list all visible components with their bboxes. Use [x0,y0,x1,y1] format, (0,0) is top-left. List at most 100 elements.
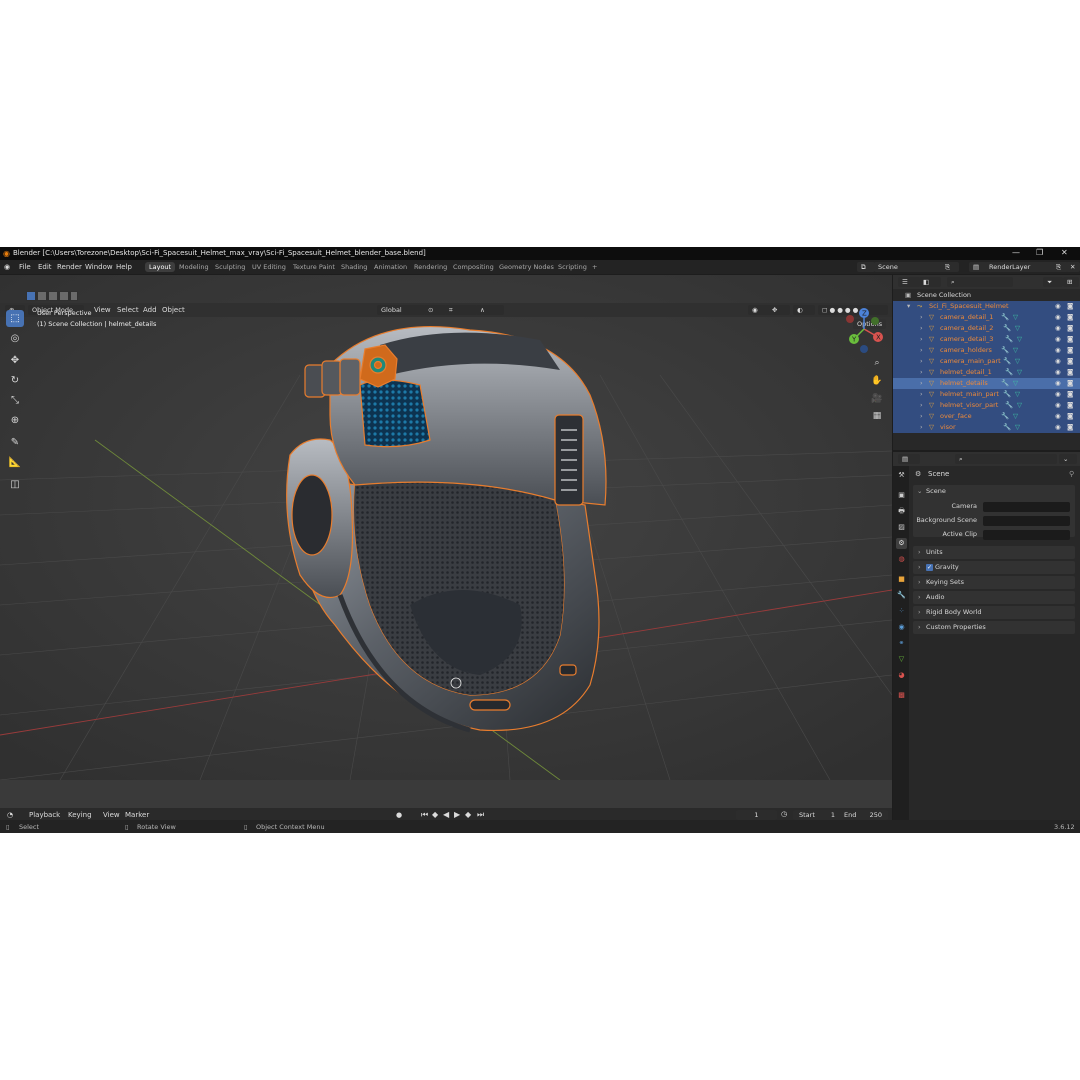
eye-icon[interactable]: ◉ [1055,367,1061,378]
material-tab-icon[interactable]: ◕ [896,670,907,681]
expand-chevron-icon[interactable]: › [920,367,923,378]
object-tab-icon[interactable]: ■ [896,574,907,585]
outliner-editor-type-icon[interactable]: ☰ [898,277,920,287]
camera-view-icon[interactable]: 🎥 [869,391,885,407]
particles-tab-icon[interactable]: ⁘ [896,606,907,617]
add-cube-tool[interactable]: ◫ [6,476,24,493]
navigation-gizmo[interactable]: X Y Z [840,305,888,353]
mesh-data-icon[interactable]: ▽ [1017,367,1022,378]
next-keyframe-icon[interactable]: ◆ [465,810,471,819]
background-scene-field[interactable] [983,516,1070,526]
select-box-tool[interactable]: ⬚ [6,310,24,327]
menu-help[interactable]: Help [116,263,132,271]
mesh-data-icon[interactable]: ▽ [1015,389,1020,400]
outliner-object-row[interactable]: › ▽ helmet_details 🔧 ▽ ◉ ◙ [893,378,1080,389]
mesh-data-icon[interactable]: ▽ [1015,356,1020,367]
eye-icon[interactable]: ◉ [1055,389,1061,400]
timeline-menu-keying[interactable]: Keying [68,811,92,819]
camera-render-icon[interactable]: ◙ [1067,356,1073,367]
modifier-icon[interactable]: 🔧 [1005,334,1013,345]
tab-uv-editing[interactable]: UV Editing [252,263,286,271]
texture-tab-icon[interactable]: ▩ [896,690,907,701]
expand-chevron-icon[interactable]: › [920,312,923,323]
maximize-button[interactable]: ❐ [1036,248,1043,257]
timeline-menu-playback[interactable]: Playback [29,811,60,819]
select-intersect-icon[interactable] [71,292,77,300]
jump-end-icon[interactable]: ⏭ [477,810,484,820]
units-panel[interactable]: › Units [913,546,1075,559]
end-frame-field[interactable]: End 250 [838,810,888,820]
camera-field[interactable] [983,502,1070,512]
clock-icon[interactable]: ◷ [781,810,787,818]
viewport-menu-add[interactable]: Add [143,306,157,314]
expand-chevron-icon[interactable]: › [920,323,923,334]
viewport-menu-select[interactable]: Select [117,306,139,314]
camera-render-icon[interactable]: ◙ [1067,323,1073,334]
select-invert-icon[interactable] [60,292,68,300]
camera-render-icon[interactable]: ◙ [1067,422,1073,433]
blender-menu-icon[interactable]: ◉ [4,263,10,271]
outliner-object-row[interactable]: › ▽ over_face 🔧 ▽ ◉ ◙ [893,411,1080,422]
scale-tool[interactable]: ⤡ [6,392,24,409]
tab-modeling[interactable]: Modeling [179,263,209,271]
remove-view-layer-icon[interactable]: ✕ [1066,262,1080,272]
outliner-search-input[interactable]: ⌕ [947,277,1013,287]
expand-chevron-icon[interactable]: ▾ [907,301,910,312]
outliner-object-row[interactable]: › ▽ camera_holders 🔧 ▽ ◉ ◙ [893,345,1080,356]
eye-icon[interactable]: ◉ [1055,411,1061,422]
properties-options-icon[interactable]: ⌄ [1059,454,1077,464]
modifier-icon[interactable]: 🔧 [1001,345,1009,356]
camera-render-icon[interactable]: ◙ [1067,389,1073,400]
overlay-toggle-icon[interactable]: ◐ [793,305,815,315]
annotate-tool[interactable]: ✎ [6,434,24,451]
transform-tool[interactable]: ⊕ [6,412,24,429]
eye-icon[interactable]: ◉ [1055,334,1061,345]
outliner-scene-collection[interactable]: ▣ Scene Collection [893,290,1080,301]
modifier-icon[interactable]: 🔧 [1003,323,1011,334]
eye-icon[interactable]: ◉ [1055,323,1061,334]
outliner-object-row[interactable]: › ▽ visor 🔧 ▽ ◉ ◙ [893,422,1080,433]
ortho-grid-icon[interactable]: ▦ [869,408,885,424]
expand-chevron-icon[interactable]: › [920,334,923,345]
outliner-object-row[interactable]: › ▽ helmet_visor_part 🔧 ▽ ◉ ◙ [893,400,1080,411]
outliner-object-row[interactable]: › ▽ camera_main_part 🔧 ▽ ◉ ◙ [893,356,1080,367]
play-reverse-icon[interactable]: ◀ [443,810,449,819]
3d-viewport[interactable]: ⊕ Object Mode View Select Add Object Glo… [0,275,892,833]
gravity-panel[interactable]: › ✓ Gravity [913,561,1075,574]
eye-icon[interactable]: ◉ [1055,400,1061,411]
eye-icon[interactable]: ◉ [1055,378,1061,389]
camera-render-icon[interactable]: ◙ [1067,312,1073,323]
panel-chevron-icon[interactable]: ⌄ [917,485,922,498]
expand-chevron-icon[interactable]: › [920,411,923,422]
expand-chevron-icon[interactable]: › [920,389,923,400]
select-new-icon[interactable] [27,292,35,300]
audio-panel[interactable]: › Audio [913,591,1075,604]
eye-icon[interactable]: ◉ [1055,345,1061,356]
expand-chevron-icon[interactable]: › [920,378,923,389]
modifier-icon[interactable]: 🔧 [1001,312,1009,323]
camera-render-icon[interactable]: ◙ [1067,301,1073,312]
tab-rendering[interactable]: Rendering [414,263,447,271]
expand-chevron-icon[interactable]: › [920,422,923,433]
keying-sets-panel[interactable]: › Keying Sets [913,576,1075,589]
modifier-icon[interactable]: 🔧 [1003,422,1011,433]
new-collection-icon[interactable]: ⊞ [1063,277,1079,287]
camera-render-icon[interactable]: ◙ [1067,367,1073,378]
outliner[interactable]: ☰ ◧ ⌕ ⏷ ⊞ ▣ Scene Collection ▾ ⤳ Sci_Fi_… [893,275,1080,450]
mesh-data-icon[interactable]: ▽ [1015,323,1020,334]
pivot-icon[interactable]: ⊙ [424,305,446,315]
expand-chevron-icon[interactable]: › [920,345,923,356]
custom-properties-panel[interactable]: › Custom Properties [913,621,1075,634]
view-layer-tab-icon[interactable]: ▨ [896,522,907,533]
tab-geometry-nodes[interactable]: Geometry Nodes [499,263,554,271]
active-clip-field[interactable] [983,530,1070,540]
display-mode-icon[interactable]: ◧ [919,277,941,287]
outliner-object-row[interactable]: › ▽ helmet_main_part 🔧 ▽ ◉ ◙ [893,389,1080,400]
timeline-menu-marker[interactable]: Marker [125,811,149,819]
tool-tab-icon[interactable]: ⚒ [896,470,907,481]
mesh-data-icon[interactable]: ▽ [1013,378,1018,389]
select-subtract-icon[interactable] [49,292,57,300]
camera-render-icon[interactable]: ◙ [1067,400,1073,411]
mesh-data-icon[interactable]: ▽ [1017,400,1022,411]
camera-render-icon[interactable]: ◙ [1067,378,1073,389]
